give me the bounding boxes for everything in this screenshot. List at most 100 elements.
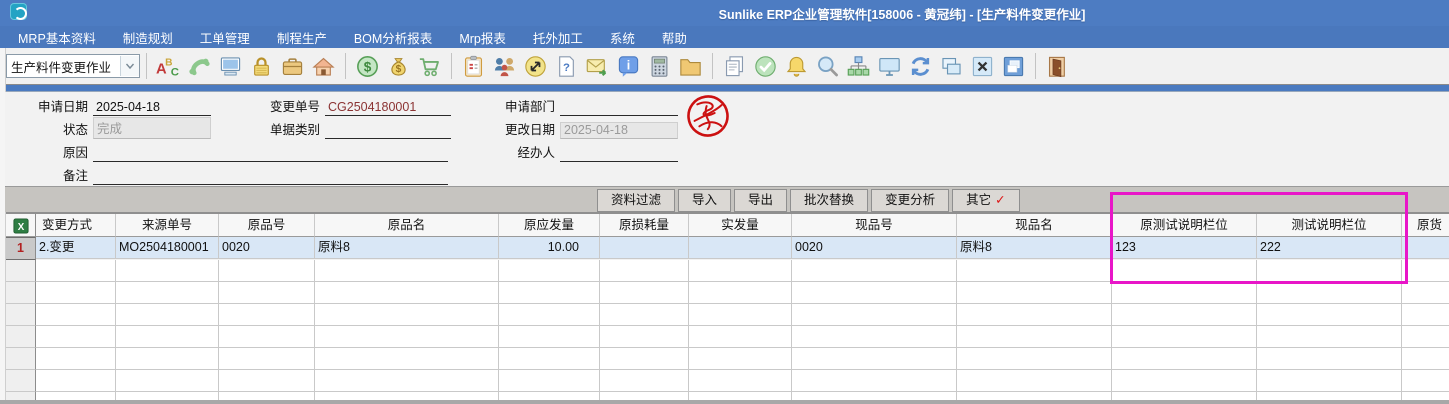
send-mail-icon[interactable] <box>582 51 613 81</box>
cell-orig-loss-qty[interactable] <box>600 237 689 259</box>
apply-date-field[interactable]: 2025-04-18 <box>93 100 211 116</box>
info-icon[interactable]: i <box>613 51 644 81</box>
checklist-icon[interactable] <box>458 51 489 81</box>
toolbar: 生产料件变更作业 ABC $ $ ? i <box>0 48 1449 84</box>
search-icon[interactable] <box>812 51 843 81</box>
cell-actual-issue-qty[interactable] <box>689 237 792 259</box>
document-header-form: 申请日期 2025-04-18 变更单号 CG2504180001 申请部门 状… <box>5 92 1449 186</box>
grid-empty-row <box>6 260 1449 282</box>
briefcase-icon[interactable] <box>277 51 308 81</box>
change-no-label: 变更单号 <box>255 96 320 116</box>
col-new-part-no[interactable]: 现品号 <box>792 214 957 237</box>
home-icon[interactable] <box>308 51 339 81</box>
svg-text:?: ? <box>563 62 570 74</box>
remark-field[interactable] <box>93 183 448 185</box>
col-source-no[interactable]: 来源单号 <box>116 214 219 237</box>
apply-dept-field[interactable] <box>560 114 678 116</box>
exit-door-icon[interactable] <box>1042 51 1073 81</box>
cell-clipped[interactable] <box>1402 237 1449 259</box>
menu-bom-report[interactable]: BOM分析报表 <box>354 28 432 47</box>
grid-empty-row <box>6 282 1449 304</box>
batch-replace-button[interactable]: 批次替换 <box>790 189 868 212</box>
bell-icon[interactable] <box>781 51 812 81</box>
erp-window: Sunlike ERP企业管理软件[158006 - 黄冠纬] - [生产料件变… <box>0 0 1449 404</box>
other-button[interactable]: 其它✓ <box>952 189 1020 212</box>
users-icon[interactable] <box>489 51 520 81</box>
monitor-icon[interactable] <box>874 51 905 81</box>
import-button[interactable]: 导入 <box>678 189 731 212</box>
menu-process-production[interactable]: 制程生产 <box>277 28 327 47</box>
col-orig-part-name[interactable]: 原品名 <box>315 214 499 237</box>
col-orig-loss-qty[interactable]: 原损耗量 <box>600 214 689 237</box>
svg-text:C: C <box>171 66 179 78</box>
phone-icon[interactable] <box>184 51 215 81</box>
grid-empty-row <box>6 370 1449 392</box>
close-window-icon[interactable] <box>967 51 998 81</box>
col-clipped[interactable]: 原货 <box>1402 214 1449 237</box>
handler-field[interactable] <box>560 160 678 162</box>
menu-mrp-base[interactable]: MRP基本资料 <box>18 28 96 47</box>
menu-manufacture-plan[interactable]: 制造规划 <box>123 28 173 47</box>
grid-data-row: 1 2.变更 MO2504180001 0020 原料8 10.00 0020 … <box>6 237 1449 260</box>
filter-data-button[interactable]: 资料过滤 <box>597 189 675 212</box>
reason-field[interactable] <box>93 160 448 162</box>
sitemap-icon[interactable] <box>843 51 874 81</box>
remark-label: 备注 <box>20 165 88 185</box>
cell-new-part-name[interactable]: 原料8 <box>957 237 1112 259</box>
copy-documents-icon[interactable] <box>719 51 750 81</box>
cell-new-part-no[interactable]: 0020 <box>792 237 957 259</box>
handler-label: 经办人 <box>490 142 555 162</box>
cell-orig-part-no[interactable]: 0020 <box>219 237 315 259</box>
col-test-note[interactable]: 测试说明栏位 <box>1257 214 1402 237</box>
menu-workorder[interactable]: 工单管理 <box>200 28 250 47</box>
check-mark-icon: ✓ <box>995 193 1005 207</box>
cell-orig-issue-qty[interactable]: 10.00 <box>499 237 600 259</box>
toolbar-separator <box>712 53 713 79</box>
shopping-cart-icon[interactable] <box>414 51 445 81</box>
module-selector[interactable]: 生产料件变更作业 <box>6 54 140 78</box>
col-new-part-name[interactable]: 现品名 <box>957 214 1112 237</box>
chevron-down-icon[interactable] <box>120 56 139 76</box>
money-bag-icon[interactable]: $ <box>383 51 414 81</box>
cell-orig-test-note[interactable]: 123 <box>1112 237 1257 259</box>
folder-icon[interactable] <box>675 51 706 81</box>
window-title: Sunlike ERP企业管理软件[158006 - 黄冠纬] - [生产料件变… <box>719 4 1086 23</box>
cell-orig-part-name[interactable]: 原料8 <box>315 237 499 259</box>
change-analysis-button[interactable]: 变更分析 <box>871 189 949 212</box>
doc-type-field[interactable] <box>325 137 451 139</box>
abc-icon[interactable]: ABC <box>153 51 184 81</box>
calculator-icon[interactable] <box>644 51 675 81</box>
menu-bar: MRP基本资料 制造规划 工单管理 制程生产 BOM分析报表 Mrp报表 托外加… <box>0 26 1449 48</box>
export-button[interactable]: 导出 <box>734 189 787 212</box>
title-bar: Sunlike ERP企业管理软件[158006 - 黄冠纬] - [生产料件变… <box>0 0 1449 26</box>
lock-icon[interactable] <box>246 51 277 81</box>
svg-text:X: X <box>17 222 24 233</box>
refresh-icon[interactable] <box>905 51 936 81</box>
app-logo-icon <box>10 3 27 20</box>
window-bottom-frame <box>0 400 1449 404</box>
menu-mrp-report[interactable]: Mrp报表 <box>459 28 506 47</box>
col-orig-part-no[interactable]: 原品号 <box>219 214 315 237</box>
row-number[interactable]: 1 <box>6 237 36 260</box>
ok-check-icon[interactable] <box>750 51 781 81</box>
cascade-windows-icon[interactable] <box>936 51 967 81</box>
cell-source-no[interactable]: MO2504180001 <box>116 237 219 259</box>
change-no-field[interactable]: CG2504180001 <box>325 100 451 116</box>
col-orig-test-note[interactable]: 原测试说明栏位 <box>1112 214 1257 237</box>
excel-export-icon[interactable]: X <box>6 214 36 237</box>
cell-change-type[interactable]: 2.变更 <box>36 237 116 259</box>
transfer-arrows-icon[interactable] <box>520 51 551 81</box>
status-label: 状态 <box>20 119 88 139</box>
cell-test-note[interactable]: 222 <box>1257 237 1402 259</box>
menu-outsourcing[interactable]: 托外加工 <box>533 28 583 47</box>
document-help-icon[interactable]: ? <box>551 51 582 81</box>
dollar-coin-icon[interactable]: $ <box>352 51 383 81</box>
reason-label: 原因 <box>20 142 88 162</box>
menu-system[interactable]: 系统 <box>610 28 635 47</box>
col-change-type[interactable]: 变更方式 <box>36 214 116 237</box>
col-orig-issue-qty[interactable]: 原应发量 <box>499 214 600 237</box>
restore-window-icon[interactable] <box>998 51 1029 81</box>
col-actual-issue-qty[interactable]: 实发量 <box>689 214 792 237</box>
menu-help[interactable]: 帮助 <box>662 28 687 47</box>
computer-icon[interactable] <box>215 51 246 81</box>
